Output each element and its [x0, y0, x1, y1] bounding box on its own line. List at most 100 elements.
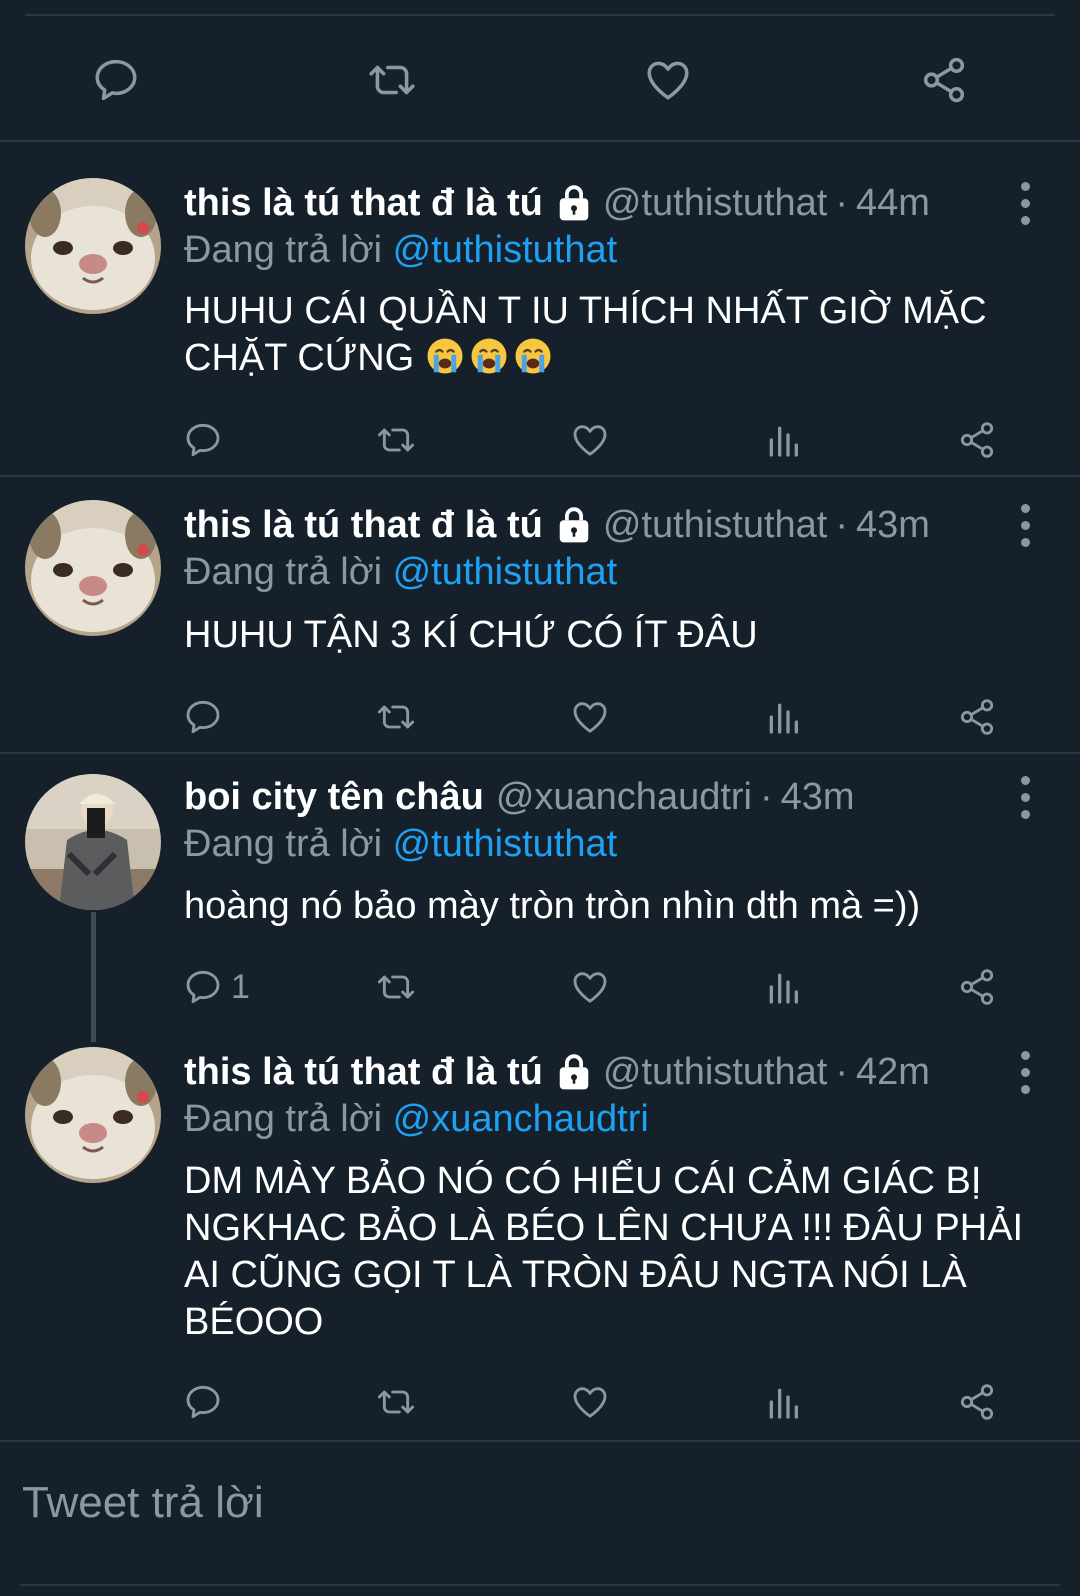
tweet-text-line: AI CŨNG GỌI T LÀ TRÒN ĐÂU NGTA NÓI LÀ — [184, 1254, 967, 1296]
tweet-text-line: NGKHAC BẢO LÀ BÉO LÊN CHƯA !!! ĐÂU PHẢI — [184, 1207, 1024, 1249]
avatar[interactable] — [25, 500, 161, 636]
replying-to: Đang trả lời @tuthistuthat — [184, 548, 617, 596]
user-handle[interactable]: @tuthistuthat — [603, 500, 827, 550]
user-handle[interactable]: @tuthistuthat — [603, 178, 827, 228]
main-tweet-actions — [0, 40, 1080, 120]
reply-icon — [183, 697, 223, 737]
loudly-crying-face-icon — [513, 336, 553, 376]
like-button[interactable] — [570, 692, 610, 742]
bottom-divider — [20, 1584, 1060, 1586]
more-options-icon[interactable] — [1010, 772, 1040, 822]
share-icon — [919, 55, 969, 105]
reply-button[interactable] — [183, 692, 223, 742]
tweet-actions — [0, 1377, 1080, 1427]
more-options-icon[interactable] — [1010, 178, 1040, 228]
analytics-icon — [763, 420, 803, 460]
divider — [0, 752, 1080, 754]
loudly-crying-face-icon — [469, 336, 509, 376]
like-button[interactable] — [638, 50, 698, 110]
avatar[interactable] — [25, 1047, 161, 1183]
like-icon — [570, 420, 610, 460]
share-button[interactable] — [957, 415, 997, 465]
share-button[interactable] — [957, 1377, 997, 1427]
tweet-text: HUHU CÁI QUẦN T IU THÍCH NHẤT GIỜ MẶC CH… — [184, 288, 1020, 382]
like-button[interactable] — [570, 415, 610, 465]
retweet-button[interactable] — [376, 692, 416, 742]
reply-icon — [183, 1382, 223, 1422]
separator-dot: · — [835, 1051, 849, 1093]
tweet-actions — [0, 692, 1080, 742]
share-icon — [957, 967, 997, 1007]
display-name[interactable]: this là tú that đ là tú — [184, 500, 543, 550]
timestamp[interactable]: 44m — [856, 178, 930, 228]
replying-to-label: Đang trả lời — [184, 229, 383, 271]
more-options-icon[interactable] — [1010, 1047, 1040, 1097]
replying-to: Đang trả lời @tuthistuthat — [184, 820, 617, 868]
retweet-button[interactable] — [376, 962, 416, 1012]
reply-compose-input[interactable]: Tweet trả lời — [22, 1478, 264, 1528]
reply-button[interactable] — [183, 415, 223, 465]
user-handle[interactable]: @xuanchaudtri — [496, 772, 752, 822]
separator-dot: · — [835, 182, 849, 224]
tweet-actions: 1 — [0, 962, 1080, 1012]
retweet-button[interactable] — [376, 415, 416, 465]
replying-to: Đang trả lời @xuanchaudtri — [184, 1095, 649, 1143]
tweet-text: hoàng nó bảo mày tròn tròn nhìn dth mà =… — [184, 885, 921, 927]
share-button[interactable] — [957, 962, 997, 1012]
top-divider — [25, 14, 1055, 16]
replying-to-handle[interactable]: @xuanchaudtri — [393, 1098, 649, 1140]
timestamp[interactable]: 43m — [856, 500, 930, 550]
reply-icon — [91, 55, 141, 105]
analytics-button[interactable] — [763, 692, 803, 742]
reply-count: 1 — [231, 967, 250, 1006]
analytics-button[interactable] — [763, 415, 803, 465]
divider — [0, 1440, 1080, 1442]
retweet-icon — [376, 420, 416, 460]
share-button[interactable] — [957, 692, 997, 742]
analytics-button[interactable] — [763, 962, 803, 1012]
timestamp[interactable]: 42m — [856, 1047, 930, 1097]
avatar[interactable] — [25, 178, 161, 314]
retweet-icon — [367, 55, 417, 105]
user-handle[interactable]: @tuthistuthat — [603, 1047, 827, 1097]
tweet-text: DM MÀY BẢO NÓ CÓ HIỂU CÁI CẢM GIÁC BỊ NG… — [184, 1158, 1024, 1346]
retweet-icon — [376, 1382, 416, 1422]
lock-icon — [555, 184, 593, 222]
share-button[interactable] — [914, 50, 974, 110]
reply-button[interactable] — [183, 1377, 223, 1427]
tweet-text-line: DM MÀY BẢO NÓ CÓ HIỂU CÁI CẢM GIÁC BỊ — [184, 1160, 982, 1202]
divider — [0, 475, 1080, 477]
retweet-icon — [376, 697, 416, 737]
analytics-icon — [763, 967, 803, 1007]
like-icon — [570, 967, 610, 1007]
replying-to-label: Đang trả lời — [184, 823, 383, 865]
avatar[interactable] — [25, 774, 161, 910]
analytics-icon — [763, 1382, 803, 1422]
reply-button[interactable]: 1 — [183, 962, 250, 1012]
like-icon — [570, 697, 610, 737]
tweet-text: HUHU TẬN 3 KÍ CHỨ CÓ ÍT ĐÂU — [184, 614, 758, 656]
separator-dot: · — [760, 776, 773, 818]
analytics-button[interactable] — [763, 1377, 803, 1427]
analytics-icon — [763, 697, 803, 737]
retweet-button[interactable] — [376, 1377, 416, 1427]
more-options-icon[interactable] — [1010, 500, 1040, 550]
share-icon — [957, 697, 997, 737]
display-name[interactable]: boi city tên châu — [184, 772, 484, 822]
like-button[interactable] — [570, 962, 610, 1012]
reply-button[interactable] — [86, 50, 146, 110]
retweet-icon — [376, 967, 416, 1007]
lock-icon — [555, 506, 593, 544]
reply-icon — [183, 420, 223, 460]
timestamp[interactable]: 43m — [781, 772, 855, 822]
replying-to-handle[interactable]: @tuthistuthat — [393, 229, 617, 271]
replying-to-handle[interactable]: @tuthistuthat — [393, 823, 617, 865]
share-icon — [957, 420, 997, 460]
like-button[interactable] — [570, 1377, 610, 1427]
retweet-button[interactable] — [362, 50, 422, 110]
display-name[interactable]: this là tú that đ là tú — [184, 178, 543, 228]
tweet-text-line: BÉOOO — [184, 1301, 324, 1343]
replying-to-label: Đang trả lời — [184, 1098, 383, 1140]
replying-to-handle[interactable]: @tuthistuthat — [393, 551, 617, 593]
display-name[interactable]: this là tú that đ là tú — [184, 1047, 543, 1097]
